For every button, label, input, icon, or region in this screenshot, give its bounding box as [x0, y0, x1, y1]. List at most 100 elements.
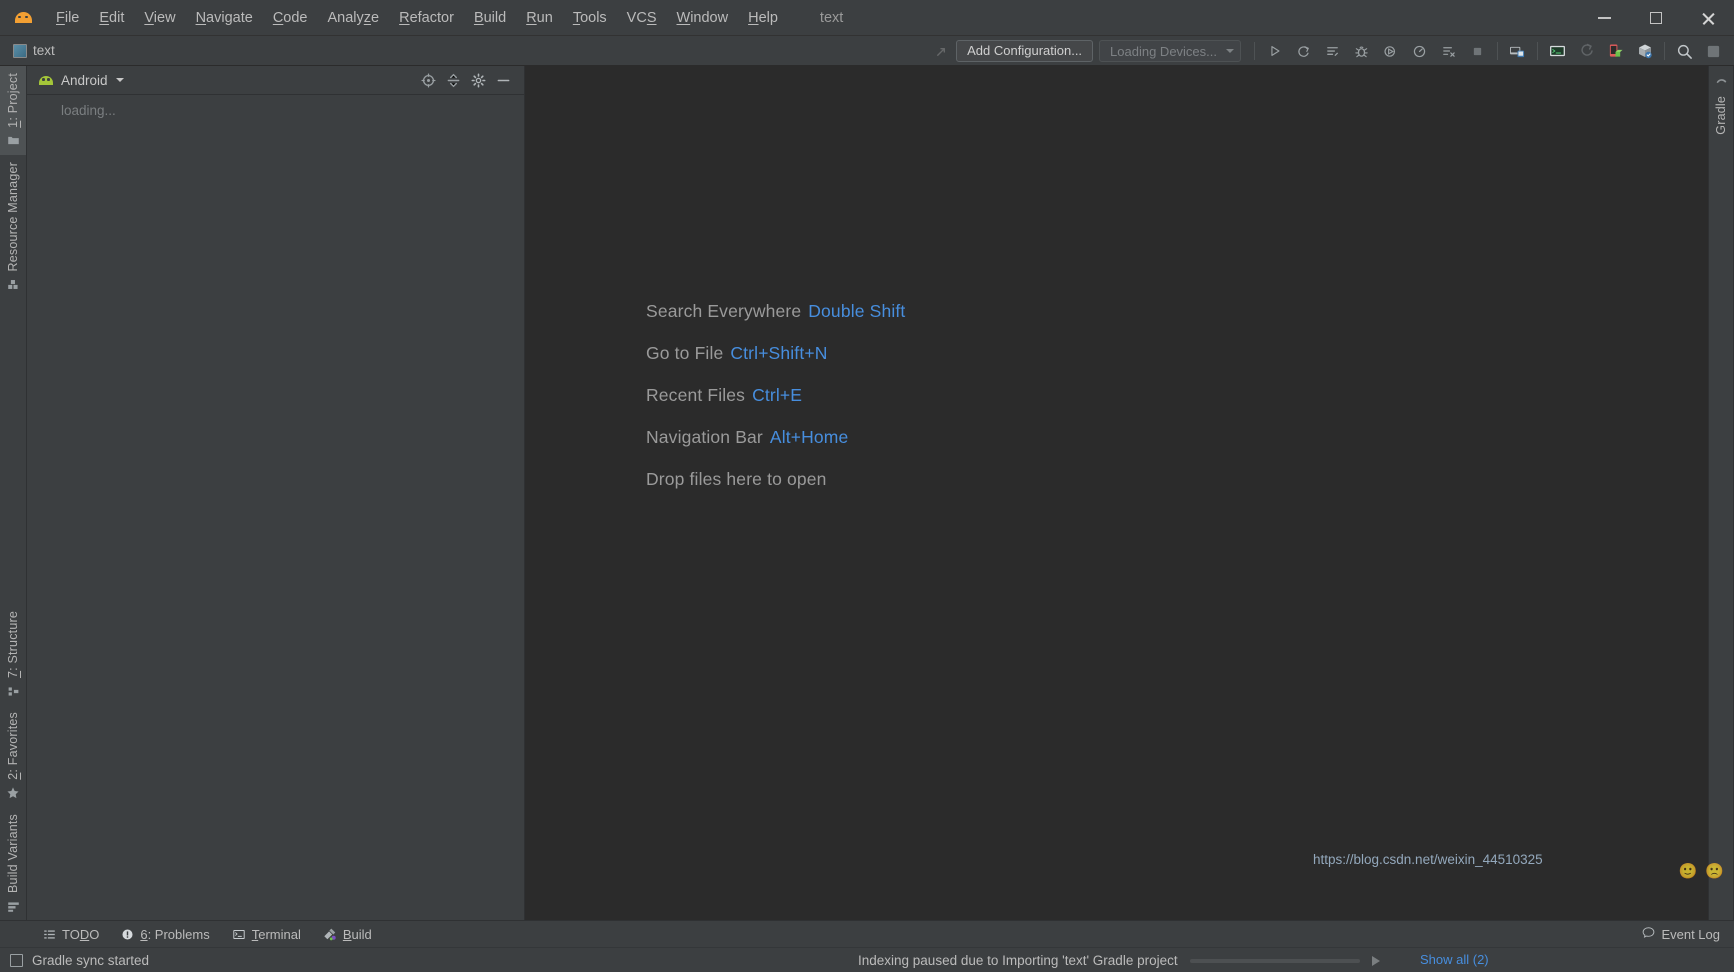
tip-action: Go to File [646, 343, 724, 363]
bottom-bar-item-6-problems[interactable]: 6: Problems [112, 924, 218, 945]
sync-project-icon[interactable] [1572, 39, 1601, 63]
debug-icon[interactable] [1347, 39, 1376, 63]
tip-action: Recent Files [646, 385, 746, 405]
status-window-icon[interactable] [10, 953, 23, 967]
sidebar-item-7-structure[interactable]: 7: Structure [0, 604, 26, 705]
collapse-all-icon[interactable] [442, 70, 464, 90]
stop-icon[interactable] [1463, 39, 1492, 63]
status-bar-progress-group: Indexing paused due to Importing 'text' … [858, 948, 1380, 972]
attach-debugger-icon[interactable] [1376, 39, 1405, 63]
tip-shortcut: Double Shift [808, 301, 906, 321]
progress-bar [1189, 958, 1360, 963]
bottom-bar-item-label: Build [342, 926, 372, 942]
editor-area[interactable]: Search Everywhere Double Shift Go to File C… [525, 66, 1734, 920]
tip-shortcut: Ctrl+Shift+N [730, 343, 828, 363]
chevron-down-icon[interactable] [115, 78, 124, 82]
minimize-button[interactable] [1578, 0, 1630, 36]
device-file-explorer-icon[interactable] [1601, 39, 1630, 63]
editor-tip: Recent Files Ctrl+E [646, 385, 905, 406]
menu-item-run[interactable]: Run [516, 4, 563, 32]
sdk-manager-icon[interactable] [1543, 39, 1572, 63]
sidebar-item-1-project[interactable]: 1: Project [0, 66, 26, 155]
device-selector[interactable]: Loading Devices... [1099, 40, 1241, 62]
settings-icon[interactable] [1699, 39, 1728, 63]
tool-window-title-label: Android [61, 72, 108, 88]
breadcrumb-label: text [33, 43, 55, 58]
bottom-bar-item-terminal[interactable]: Terminal [223, 924, 310, 945]
problems-warning-icon [121, 928, 134, 941]
status-bar-left: Gradle sync started [0, 953, 149, 968]
loading-text: loading... [61, 103, 116, 118]
menu-item-navigate[interactable]: Navigate [186, 4, 263, 32]
module-icon [13, 43, 27, 58]
hide-icon[interactable] [492, 70, 514, 90]
menu-item-code[interactable]: Code [263, 4, 318, 32]
bottom-bar-item-build[interactable]: Build [314, 924, 381, 945]
layout-inspector-icon[interactable] [1630, 39, 1659, 63]
main-body: 1: Project Resource Manager 7: Structure 2… [0, 66, 1734, 920]
sync-arrow-icon[interactable] [927, 39, 956, 63]
sidebar-item-label: 2: Favorites [6, 712, 20, 780]
bottom-bar-item-todo[interactable]: TODO [34, 924, 108, 945]
menu-item-file[interactable]: File [46, 4, 89, 32]
sidebar-item-build-variants[interactable]: Build Variants [0, 807, 26, 920]
menu-item-analyze[interactable]: Analyze [318, 4, 390, 32]
status-message: Gradle sync started [32, 952, 150, 968]
window-title: text [819, 9, 844, 26]
menu-items: File Edit View Navigate Code Analyze Refactor B… [46, 4, 788, 32]
sidebar-item-label: 7: Structure [6, 611, 20, 679]
editor-tip: Navigation Bar Alt+Home [646, 427, 905, 448]
settings-gear-icon[interactable] [467, 70, 489, 90]
indexing-status-text: Indexing paused due to Importing 'text' … [858, 953, 1178, 968]
tool-window-title[interactable]: Android [39, 73, 124, 88]
menu-item-window[interactable]: Window [667, 4, 739, 32]
project-tool-window: Android loading... [27, 66, 525, 920]
tool-window-actions [417, 70, 514, 90]
toolbar-right-group: Add Configuration... Loading Devices... [927, 36, 1734, 66]
happy-face-icon[interactable]: 🙂 [1679, 862, 1698, 880]
menu-item-build[interactable]: Build [464, 4, 516, 32]
menu-item-vcs[interactable]: VCS [617, 4, 667, 32]
select-opened-file-icon[interactable] [417, 70, 439, 90]
search-icon[interactable] [1670, 39, 1699, 63]
breadcrumb[interactable]: text [13, 43, 55, 58]
avd-manager-icon[interactable] [1503, 39, 1532, 63]
stop-progress-icon[interactable] [1371, 955, 1380, 966]
apply-code-changes-icon[interactable] [1318, 39, 1347, 63]
left-tool-rail: 1: Project Resource Manager 7: Structure 2… [0, 66, 27, 920]
add-configuration-button[interactable]: Add Configuration... [956, 40, 1094, 62]
bottom-bar-item-label: Terminal [251, 926, 301, 942]
main-toolbar: text Add Configuration... Loading Device… [0, 36, 1734, 66]
maximize-button[interactable] [1630, 0, 1682, 36]
close-button[interactable] [1682, 0, 1734, 36]
sidebar-item-label: Resource Manager [6, 161, 20, 272]
bottom-bar-item-label: TODO [62, 926, 100, 942]
editor-tip: Go to File Ctrl+Shift+N [646, 343, 905, 364]
sidebar-item-gradle[interactable]: Gradle [1714, 96, 1728, 135]
run-icon[interactable] [1260, 39, 1289, 63]
menu-item-edit[interactable]: Edit [89, 4, 134, 32]
editor-tip: Drop files here to open [646, 469, 905, 490]
tip-action: Search Everywhere [646, 301, 802, 321]
build-variants-icon [6, 899, 20, 913]
event-log-icon [1642, 926, 1655, 942]
sidebar-item-resource-manager[interactable]: Resource Manager [0, 155, 26, 299]
menu-item-view[interactable]: View [134, 4, 185, 32]
editor-shortcut-tips: Search Everywhere Double Shift Go to File C… [646, 301, 905, 490]
stop-coverage-icon[interactable] [1434, 39, 1463, 63]
sidebar-item-2-favorites[interactable]: 2: Favorites [0, 705, 26, 807]
resource-manager-icon [6, 277, 20, 291]
menu-item-tools[interactable]: Tools [563, 4, 617, 32]
terminal-icon [232, 928, 246, 941]
apply-changes-icon[interactable] [1289, 39, 1318, 63]
menu-item-refactor[interactable]: Refactor [389, 4, 464, 32]
status-bar: Gradle sync started Indexing paused due … [0, 947, 1734, 972]
window-controls [1578, 0, 1734, 36]
event-log-button[interactable]: Event Log [1642, 926, 1720, 942]
sad-face-icon[interactable]: 🙁 [1705, 862, 1724, 880]
profile-icon[interactable] [1405, 39, 1434, 63]
sidebar-item-label: Gradle [1714, 96, 1728, 135]
show-all-link[interactable]: Show all (2) [1420, 952, 1489, 967]
editor-tip: Search Everywhere Double Shift [646, 301, 905, 322]
menu-item-help[interactable]: Help [738, 4, 788, 32]
